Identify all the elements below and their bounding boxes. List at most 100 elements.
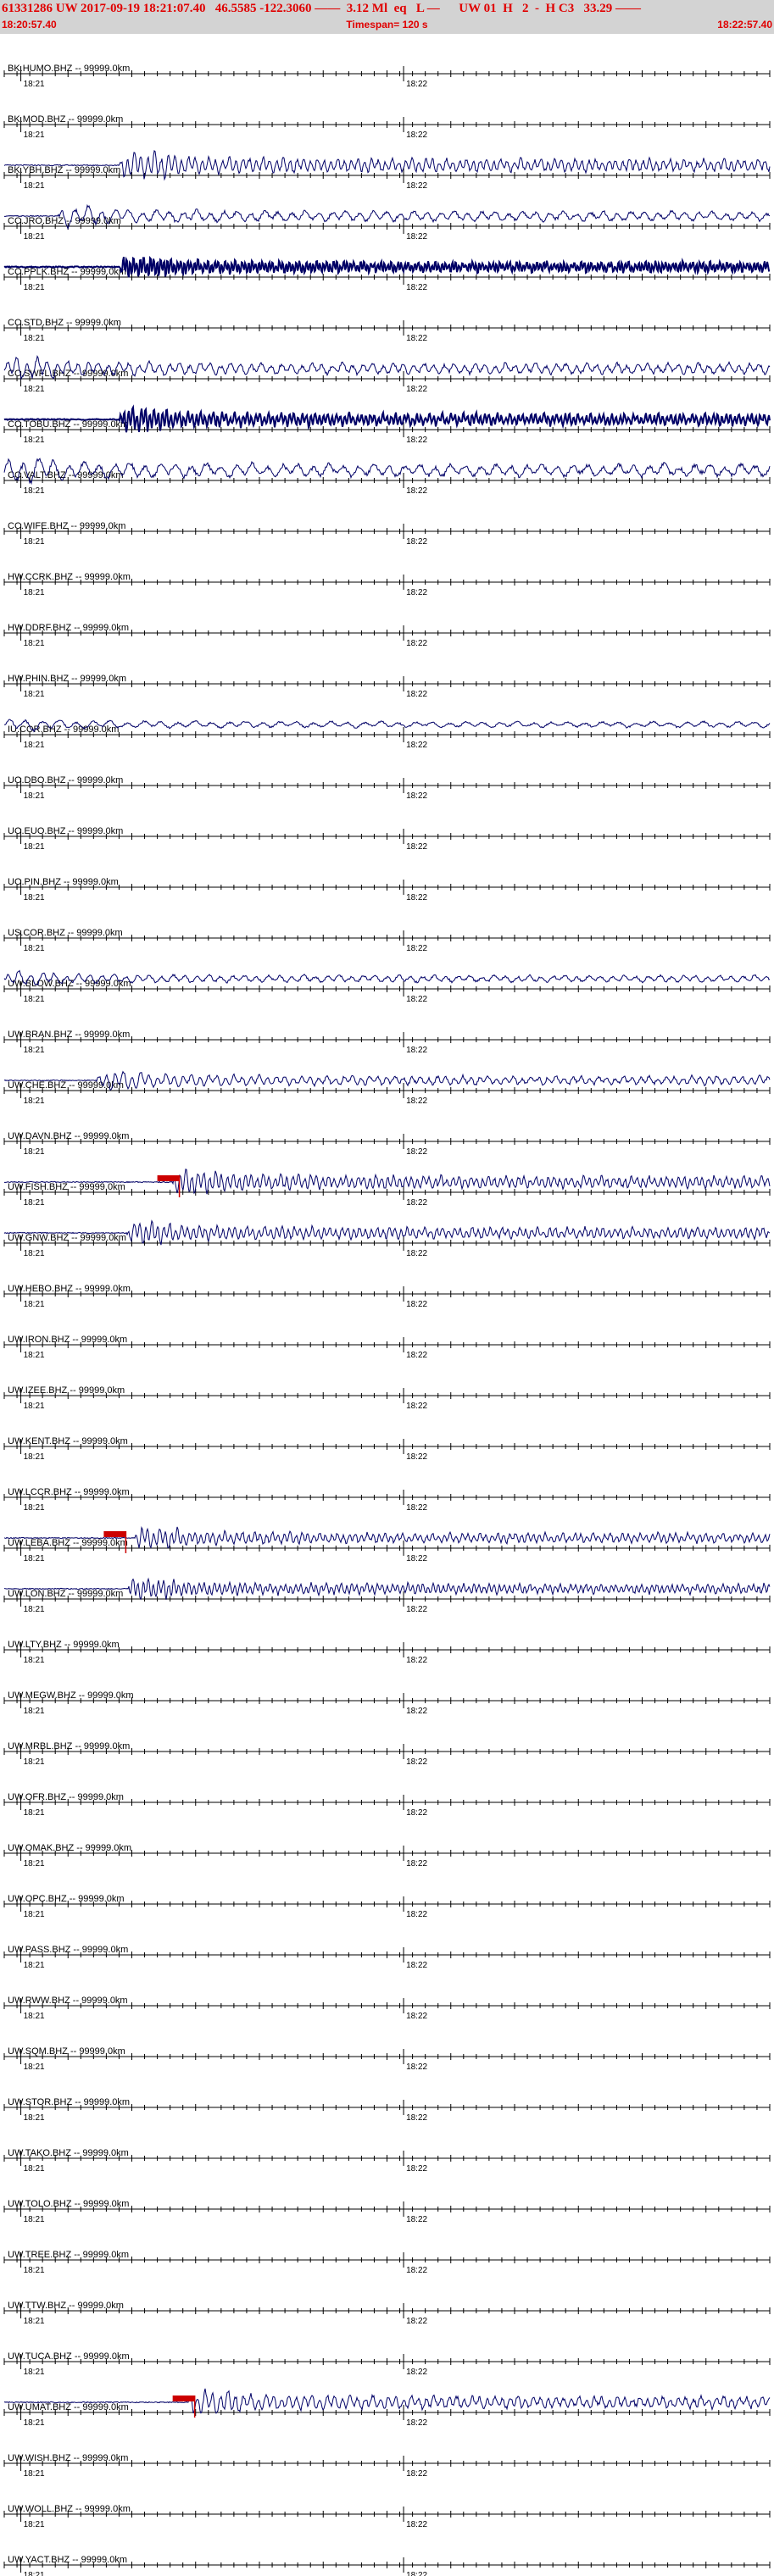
minute-label: 18:21 xyxy=(24,1961,45,1970)
station-label: CC.VALT.BHZ -- 99999.0km xyxy=(8,470,124,480)
station-label: BK.MOD.BHZ -- 99999.0km xyxy=(8,114,123,125)
station-label: UW.IZEE.BHZ -- 99999.0km xyxy=(8,1385,125,1396)
minute-label: 18:21 xyxy=(24,2571,45,2576)
station-label: CC.STD.BHZ -- 99999.0km xyxy=(8,318,121,328)
minute-label: 18:22 xyxy=(406,2164,427,2174)
phase-pick-marker xyxy=(172,2396,195,2401)
minute-label: 18:22 xyxy=(406,2266,427,2275)
station-label: UW.MEGW.BHZ -- 99999.0km xyxy=(8,1690,134,1701)
station-label: UO.EUO.BHZ -- 99999.0km xyxy=(8,826,123,836)
end-time: 18:22:57.40 xyxy=(717,19,772,31)
minute-label: 18:21 xyxy=(24,639,45,648)
station-label: UW.IRON.BHZ -- 99999.0km xyxy=(8,1335,127,1345)
minute-label: 18:21 xyxy=(24,436,45,445)
minute-label: 18:21 xyxy=(24,334,45,343)
phase-pick-marker xyxy=(157,1175,180,1181)
station-label: HW.DDRF.BHZ -- 99999.0km xyxy=(8,623,129,633)
minute-label: 18:22 xyxy=(406,537,427,547)
minute-label: 18:22 xyxy=(406,1707,427,1716)
header-bar: 61331286 UW 2017-09-19 18:21:07.40 46.55… xyxy=(0,0,774,34)
minute-label: 18:22 xyxy=(406,2113,427,2123)
minute-label: 18:22 xyxy=(406,690,427,699)
station-label: UW.LCCR.BHZ -- 99999.0km xyxy=(8,1487,130,1497)
minute-label: 18:21 xyxy=(24,1554,45,1563)
minute-label: 18:21 xyxy=(24,741,45,750)
station-label: UW.YACT.BHZ -- 99999.0km xyxy=(8,2555,127,2565)
station-label: UW.LTY.BHZ -- 99999.0km xyxy=(8,1640,120,1650)
minute-label: 18:22 xyxy=(406,1656,427,1665)
phase-pick-marker xyxy=(103,1531,126,1537)
minute-label: 18:21 xyxy=(24,2215,45,2224)
minute-label: 18:22 xyxy=(406,1554,427,1563)
minute-label: 18:22 xyxy=(406,1503,427,1513)
station-label: UW.DAVN.BHZ -- 99999.0km xyxy=(8,1131,129,1141)
minute-label: 18:22 xyxy=(406,1351,427,1360)
station-label: UW.UMAT.BHZ -- 99999.0km xyxy=(8,2402,129,2412)
station-label: UW.TTW.BHZ -- 99999.0km xyxy=(8,2301,124,2311)
minute-label: 18:22 xyxy=(406,1757,427,1767)
minute-label: 18:22 xyxy=(406,893,427,902)
minute-label: 18:21 xyxy=(24,181,45,191)
minute-label: 18:21 xyxy=(24,1503,45,1513)
minute-label: 18:22 xyxy=(406,1859,427,1868)
station-label: CC.TOBU.BHZ -- 99999.0km xyxy=(8,419,128,430)
seismogram-plot: BK.HUMO.BHZ -- 99999.0km 18:21 18:22 BK.MOD… xyxy=(3,64,771,2576)
station-label: UW.WOLL.BHZ -- 99999.0km xyxy=(8,2504,131,2514)
station-label: HW.PHIN.BHZ -- 99999.0km xyxy=(8,674,126,684)
station-label: UW.WISH.BHZ -- 99999.0km xyxy=(8,2453,128,2463)
station-label: UW.HEBO.BHZ -- 99999.0km xyxy=(8,1284,131,1294)
minute-label: 18:22 xyxy=(406,1198,427,1208)
minute-label: 18:22 xyxy=(406,1808,427,1818)
minute-label: 18:22 xyxy=(406,791,427,801)
minute-label: 18:21 xyxy=(24,2317,45,2326)
minute-label: 18:22 xyxy=(406,1046,427,1055)
station-label: UW.FISH.BHZ -- 99999.0km xyxy=(8,1182,125,1192)
minute-label: 18:21 xyxy=(24,2368,45,2377)
minute-label: 18:21 xyxy=(24,2469,45,2479)
station-label: UW.LON.BHZ -- 99999.0km xyxy=(8,1589,123,1599)
minute-label: 18:22 xyxy=(406,1300,427,1309)
minute-label: 18:22 xyxy=(406,1910,427,1919)
station-label: CC.PPLK.BHZ -- 99999.0km xyxy=(8,267,126,277)
minute-label: 18:22 xyxy=(406,588,427,597)
station-label: BK.HUMO.BHZ -- 99999.0km xyxy=(8,64,130,74)
minute-label: 18:22 xyxy=(406,232,427,242)
minute-label: 18:22 xyxy=(406,80,427,89)
minute-label: 18:21 xyxy=(24,1707,45,1716)
station-label: UW.TOLO.BHZ -- 99999.0km xyxy=(8,2199,129,2209)
station-label: HW.CCRK.BHZ -- 99999.0km xyxy=(8,572,131,582)
minute-label: 18:22 xyxy=(406,995,427,1004)
station-label: UW.MRBL.BHZ -- 99999.0km xyxy=(8,1741,130,1752)
minute-label: 18:21 xyxy=(24,1351,45,1360)
minute-label: 18:21 xyxy=(24,130,45,140)
minute-label: 18:21 xyxy=(24,1300,45,1309)
station-label: UO.PIN.BHZ -- 99999.0km xyxy=(8,877,119,887)
minute-label: 18:22 xyxy=(406,283,427,292)
minute-label: 18:21 xyxy=(24,995,45,1004)
minute-label: 18:22 xyxy=(406,2012,427,2021)
minute-label: 18:22 xyxy=(406,181,427,191)
minute-label: 18:21 xyxy=(24,232,45,242)
minute-label: 18:21 xyxy=(24,893,45,902)
station-label: UW.TREE.BHZ -- 99999.0km xyxy=(8,2250,129,2260)
minute-label: 18:21 xyxy=(24,944,45,953)
minute-label: 18:21 xyxy=(24,1757,45,1767)
minute-label: 18:22 xyxy=(406,741,427,750)
minute-label: 18:22 xyxy=(406,2368,427,2377)
station-label: UW.CHE.BHZ -- 99999.0km xyxy=(8,1080,124,1091)
minute-label: 18:22 xyxy=(406,2317,427,2326)
minute-label: 18:22 xyxy=(406,944,427,953)
minute-label: 18:22 xyxy=(406,2469,427,2479)
station-label: UW.TAKO.BHZ -- 99999.0km xyxy=(8,2148,129,2158)
minute-label: 18:21 xyxy=(24,690,45,699)
station-label: UW.TUCA.BHZ -- 99999.0km xyxy=(8,2351,130,2362)
minute-label: 18:21 xyxy=(24,1046,45,1055)
station-label: UW.RWW.BHZ -- 99999.0km xyxy=(8,1996,128,2006)
minute-label: 18:22 xyxy=(406,842,427,852)
timespan-label: Timespan= 120 s xyxy=(346,19,428,31)
minute-label: 18:21 xyxy=(24,2113,45,2123)
station-label: UW.LEBA.BHZ -- 99999.0km xyxy=(8,1538,128,1548)
minute-label: 18:22 xyxy=(406,1961,427,1970)
minute-label: 18:22 xyxy=(406,130,427,140)
minute-label: 18:22 xyxy=(406,1452,427,1462)
